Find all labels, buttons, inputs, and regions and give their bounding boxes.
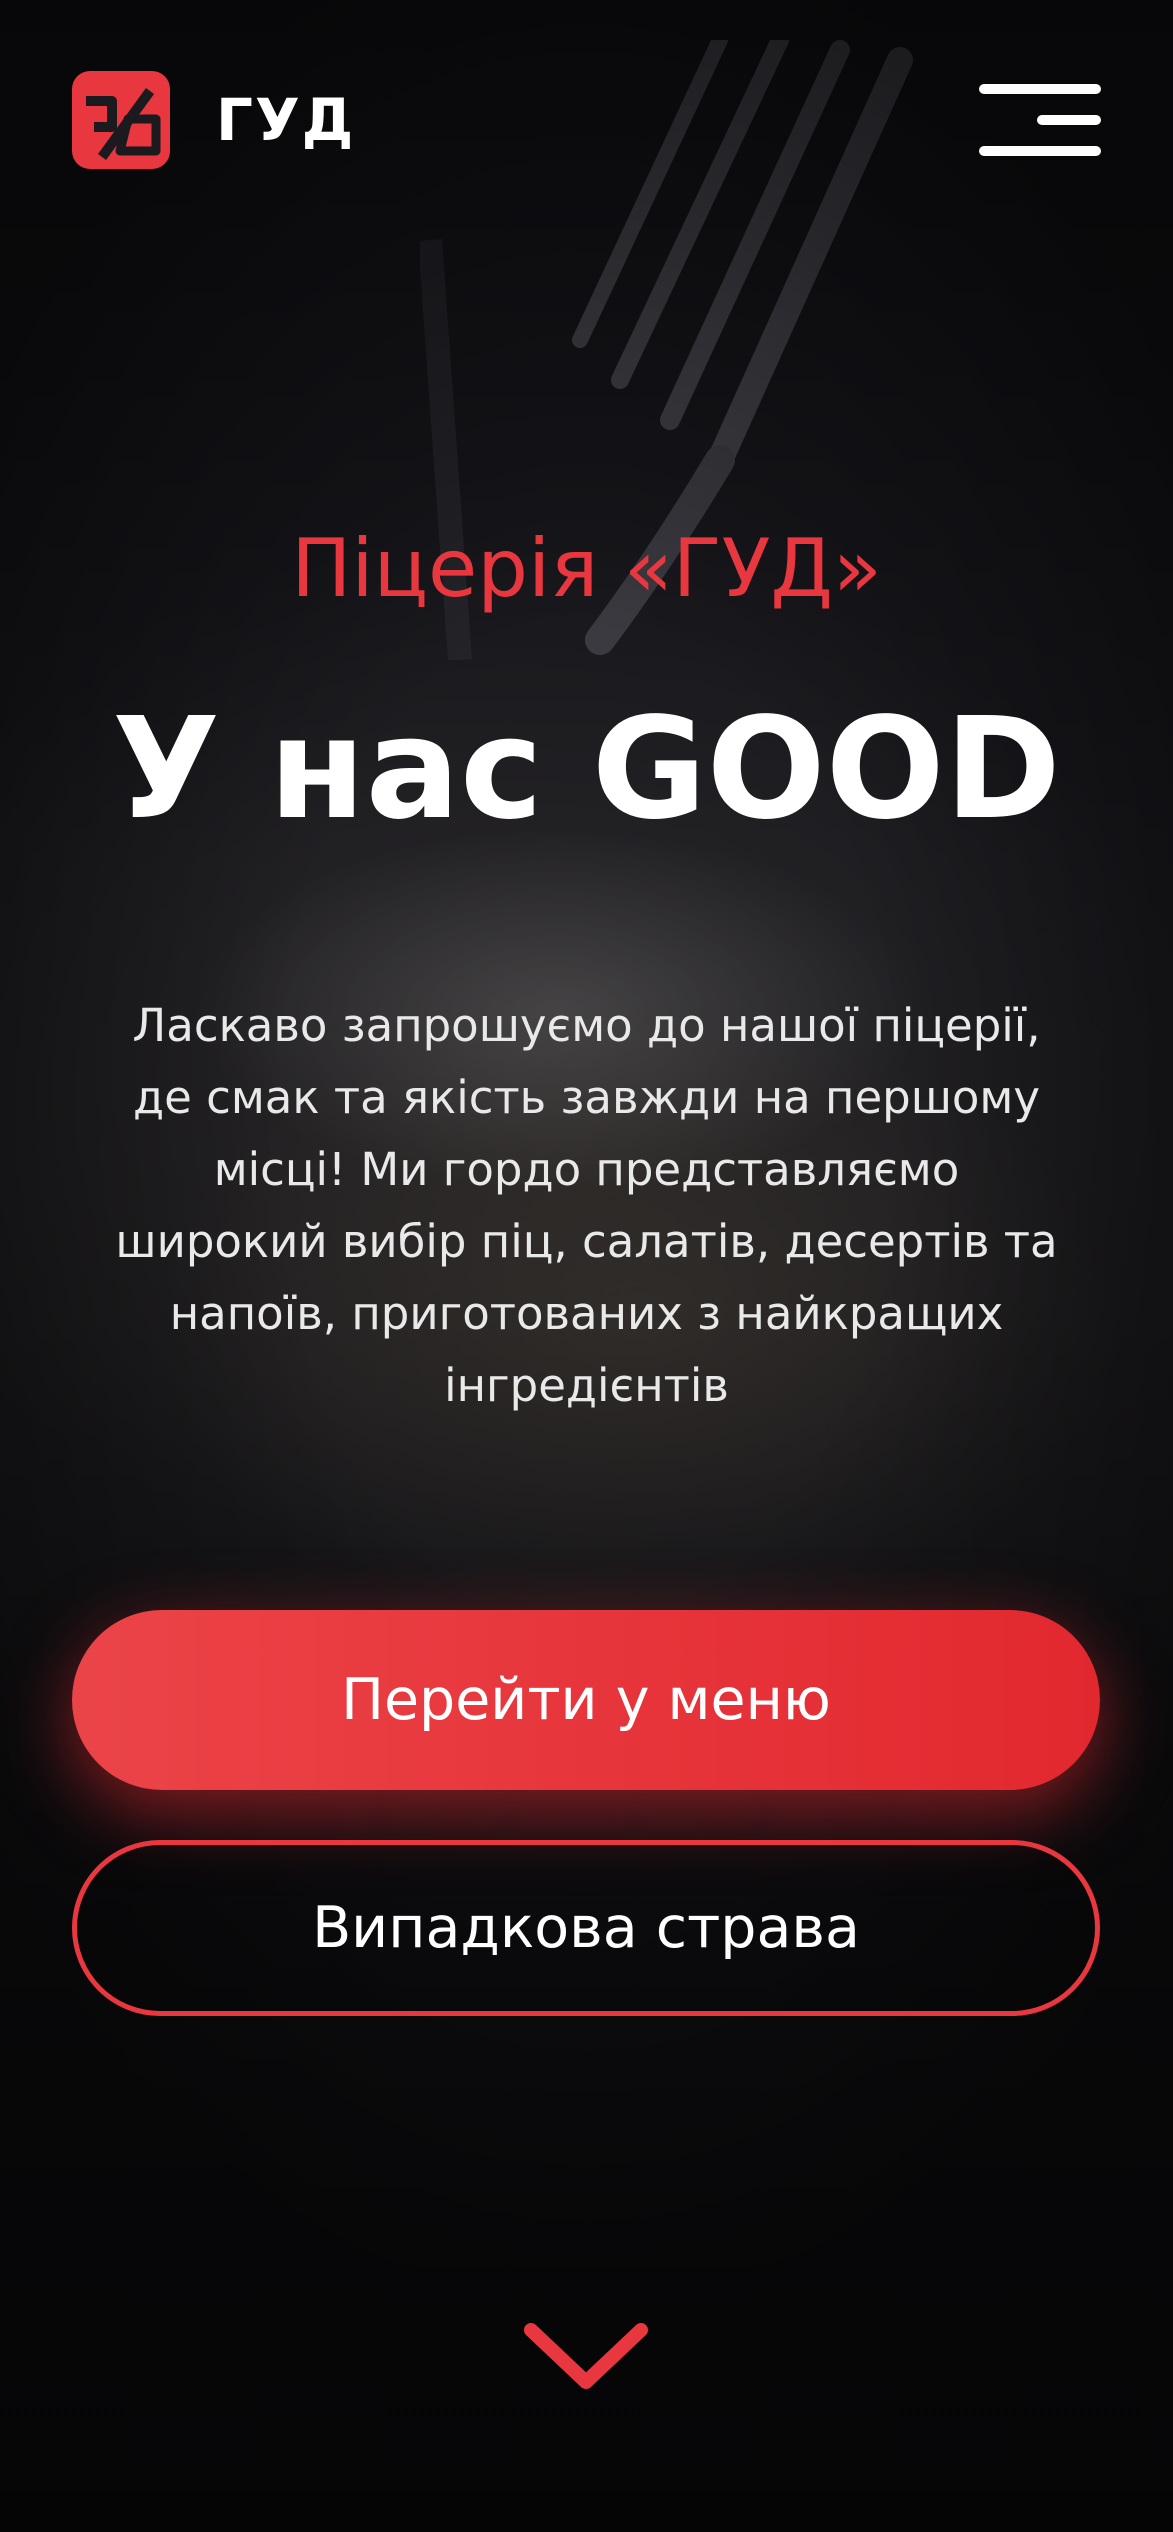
brand-logo[interactable]: ГУД [72,71,355,169]
hero-title: У нас GOOD [112,688,1061,851]
menu-line-middle [1037,115,1101,125]
hero-description-line: де смак та якість завжди на першому [133,1071,1040,1124]
hero-description-line: інгредієнтів [444,1359,729,1412]
hero-description-line: широкий вибір піц, салатів, десертів та [115,1215,1058,1268]
hero-screen: ГУД Піцерія «ГУД» У нас GOOD Ласкаво зап… [0,0,1173,2532]
menu-line-top [979,84,1101,94]
site-header: ГУД [72,68,1101,172]
hamburger-menu-icon[interactable] [979,82,1101,158]
hero-description-line: місці! Ми гордо представляємо [213,1143,960,1196]
menu-line-bottom [979,146,1101,156]
go-to-menu-button[interactable]: Перейти у меню [72,1610,1100,1790]
random-dish-label: Випадкова страва [312,1895,860,1961]
brand-name: ГУД [216,86,356,154]
random-dish-button[interactable]: Випадкова страва [72,1840,1100,2016]
hero-description-line: Ласкаво запрошуємо до нашої піцерії, [132,999,1041,1052]
hero-eyebrow: Піцерія «ГУД» [291,522,882,615]
go-to-menu-label: Перейти у меню [341,1667,831,1733]
brand-logo-icon [72,71,170,169]
chevron-down-icon[interactable] [521,2320,651,2394]
hero-description: Ласкаво запрошуємо до нашої піцерії, де … [86,990,1087,1422]
hero-description-line: напоїв, приготованих з найкращих [169,1287,1004,1340]
